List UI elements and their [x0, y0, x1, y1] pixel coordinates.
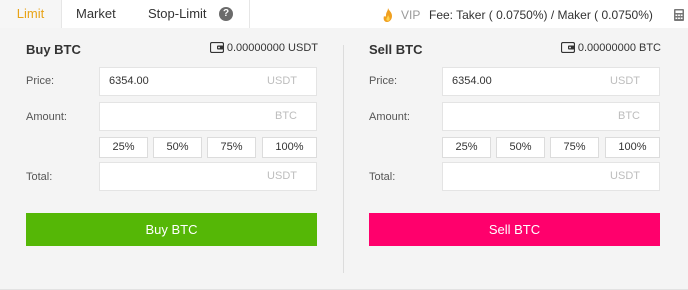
sell-total-label: Total: [369, 171, 396, 183]
buy-total-input[interactable]: USDT [99, 162, 317, 191]
sell-title: Sell BTC [369, 42, 423, 57]
tab-market[interactable]: Market [76, 0, 116, 28]
wallet-icon [560, 42, 575, 53]
sell-total-input[interactable]: USDT [442, 162, 660, 191]
order-form-panel: Buy BTC 0.00000000 USDT Price: 6354.00 U… [0, 28, 688, 290]
sell-percent-50-button[interactable]: 50% [496, 137, 545, 158]
sell-button[interactable]: Sell BTC [369, 213, 660, 246]
buy-price-unit: USDT [267, 75, 297, 87]
sell-form: Sell BTC 0.00000000 BTC Price: 6354.00 U… [369, 28, 661, 290]
buy-amount-label: Amount: [26, 111, 67, 123]
buy-price-value: 6354.00 [109, 75, 149, 87]
buy-balance-value: 0.00000000 USDT [226, 42, 318, 54]
vip-flame-icon [383, 8, 392, 22]
buy-form: Buy BTC 0.00000000 USDT Price: 6354.00 U… [26, 28, 318, 290]
question-circle-icon[interactable]: ? [219, 7, 233, 21]
buy-percent-25-button[interactable]: 25% [99, 137, 148, 158]
vip-label[interactable]: VIP [401, 0, 420, 30]
sell-balance-value: 0.00000000 BTC [577, 42, 661, 54]
buy-percent-75-button[interactable]: 75% [207, 137, 256, 158]
buy-price-input[interactable]: 6354.00 USDT [99, 67, 317, 96]
order-type-bar: Limit Market Stop-Limit ? VIP Fee: Taker… [0, 0, 688, 28]
buy-percent-50-button[interactable]: 50% [153, 137, 202, 158]
sell-price-label: Price: [369, 75, 398, 87]
form-divider [343, 45, 344, 273]
fee-text: Fee: Taker ( 0.0750%) / Maker ( 0.0750%) [429, 8, 653, 22]
wallet-icon [209, 42, 224, 53]
calculator-icon[interactable] [674, 9, 684, 21]
buy-button[interactable]: Buy BTC [26, 213, 317, 246]
sell-price-value: 6354.00 [452, 75, 492, 87]
tab-divider [249, 0, 250, 28]
sell-amount-unit: BTC [618, 110, 640, 122]
sell-total-unit: USDT [610, 170, 640, 182]
sell-amount-label: Amount: [369, 111, 410, 123]
sell-percent-100-button[interactable]: 100% [605, 137, 660, 158]
buy-percent-100-button[interactable]: 100% [262, 137, 317, 158]
buy-total-unit: USDT [267, 170, 297, 182]
buy-amount-unit: BTC [275, 110, 297, 122]
tab-limit[interactable]: Limit [0, 0, 62, 28]
sell-percent-75-button[interactable]: 75% [550, 137, 599, 158]
sell-balance: 0.00000000 BTC [560, 42, 661, 54]
sell-amount-input[interactable]: BTC [442, 102, 660, 131]
buy-price-label: Price: [26, 75, 55, 87]
tab-stop-limit[interactable]: Stop-Limit [148, 0, 207, 28]
buy-amount-input[interactable]: BTC [99, 102, 317, 131]
buy-total-label: Total: [26, 171, 53, 183]
buy-title: Buy BTC [26, 42, 81, 57]
buy-balance: 0.00000000 USDT [209, 42, 318, 54]
sell-price-unit: USDT [610, 75, 640, 87]
sell-percent-25-button[interactable]: 25% [442, 137, 491, 158]
sell-price-input[interactable]: 6354.00 USDT [442, 67, 660, 96]
